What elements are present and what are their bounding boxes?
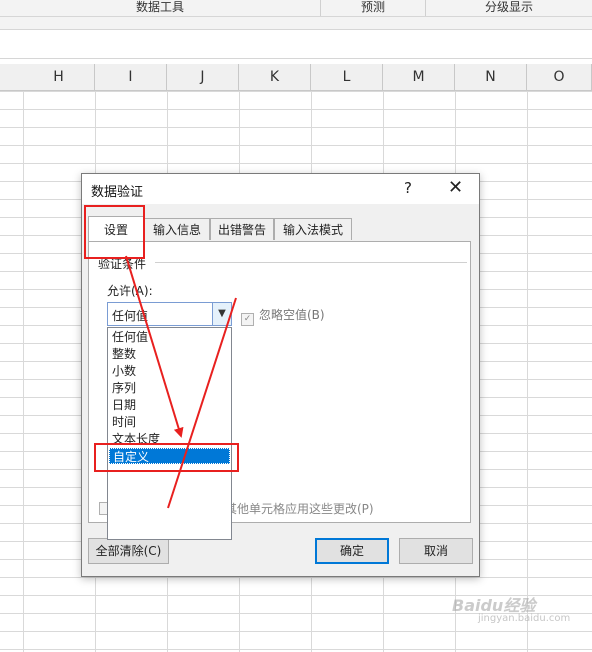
- ribbon-group-outline[interactable]: 分级显示: [426, 0, 592, 16]
- cancel-button[interactable]: 取消: [399, 538, 473, 564]
- allow-dropdown[interactable]: 任何值 ▼: [107, 302, 232, 326]
- tab-ime-mode[interactable]: 输入法模式: [274, 218, 352, 240]
- settings-tab-highlight: [84, 205, 145, 259]
- tab-input-message[interactable]: 输入信息: [144, 218, 210, 240]
- column-header-o[interactable]: O: [527, 64, 592, 90]
- ribbon-spacer: [0, 17, 592, 29]
- column-header-m[interactable]: M: [383, 64, 455, 90]
- list-item[interactable]: 任何值: [109, 329, 230, 345]
- list-item[interactable]: 小数: [109, 363, 230, 379]
- ignore-blank-checkbox[interactable]: ✓ 忽略空值(B): [241, 306, 325, 326]
- column-header-h[interactable]: H: [23, 64, 95, 90]
- help-icon[interactable]: ?: [404, 179, 412, 197]
- list-item[interactable]: 整数: [109, 346, 230, 362]
- chevron-down-icon[interactable]: ▼: [212, 303, 231, 325]
- column-header-i[interactable]: I: [95, 64, 167, 90]
- column-header-j[interactable]: J: [167, 64, 239, 90]
- ribbon-group-data-tools[interactable]: 数据工具: [0, 0, 320, 16]
- list-item[interactable]: 序列: [109, 380, 230, 396]
- ok-button[interactable]: 确定: [315, 538, 389, 564]
- dialog-titlebar[interactable]: 数据验证 ? ✕: [82, 174, 479, 204]
- column-header-l[interactable]: L: [311, 64, 383, 90]
- allow-label: 允许(A):: [107, 284, 153, 298]
- custom-option-highlight: [94, 443, 239, 472]
- column-header-k[interactable]: K: [239, 64, 311, 90]
- tab-error-alert[interactable]: 出错警告: [210, 218, 274, 240]
- clear-all-button[interactable]: 全部清除(C): [88, 538, 169, 564]
- ignore-blank-label: 忽略空值(B): [259, 308, 325, 322]
- allow-dropdown-value: 任何值: [112, 309, 149, 323]
- group-divider: [155, 262, 467, 263]
- list-item[interactable]: 时间: [109, 414, 230, 430]
- list-item[interactable]: 日期: [109, 397, 230, 413]
- column-header-row: H I J K L M N O: [0, 64, 592, 91]
- ribbon-group-bar: 数据工具 预测 分级显示: [0, 0, 592, 17]
- checkbox-checked-icon: ✓: [241, 313, 254, 326]
- formula-bar[interactable]: [0, 29, 592, 59]
- watermark-url: jingyan.baidu.com: [478, 613, 571, 624]
- column-header-n[interactable]: N: [455, 64, 527, 90]
- ribbon-group-forecast[interactable]: 预测: [321, 0, 425, 16]
- settings-panel: 验证条件 允许(A): 任何值 ▼ ✓ 忽略空值(B) 任何值 整数 小数 序列 …: [88, 241, 471, 540]
- allow-options-list[interactable]: 任何值 整数 小数 序列 日期 时间 文本长度 自定义: [107, 327, 232, 540]
- dialog-title: 数据验证: [91, 185, 144, 200]
- close-icon[interactable]: ✕: [448, 177, 463, 198]
